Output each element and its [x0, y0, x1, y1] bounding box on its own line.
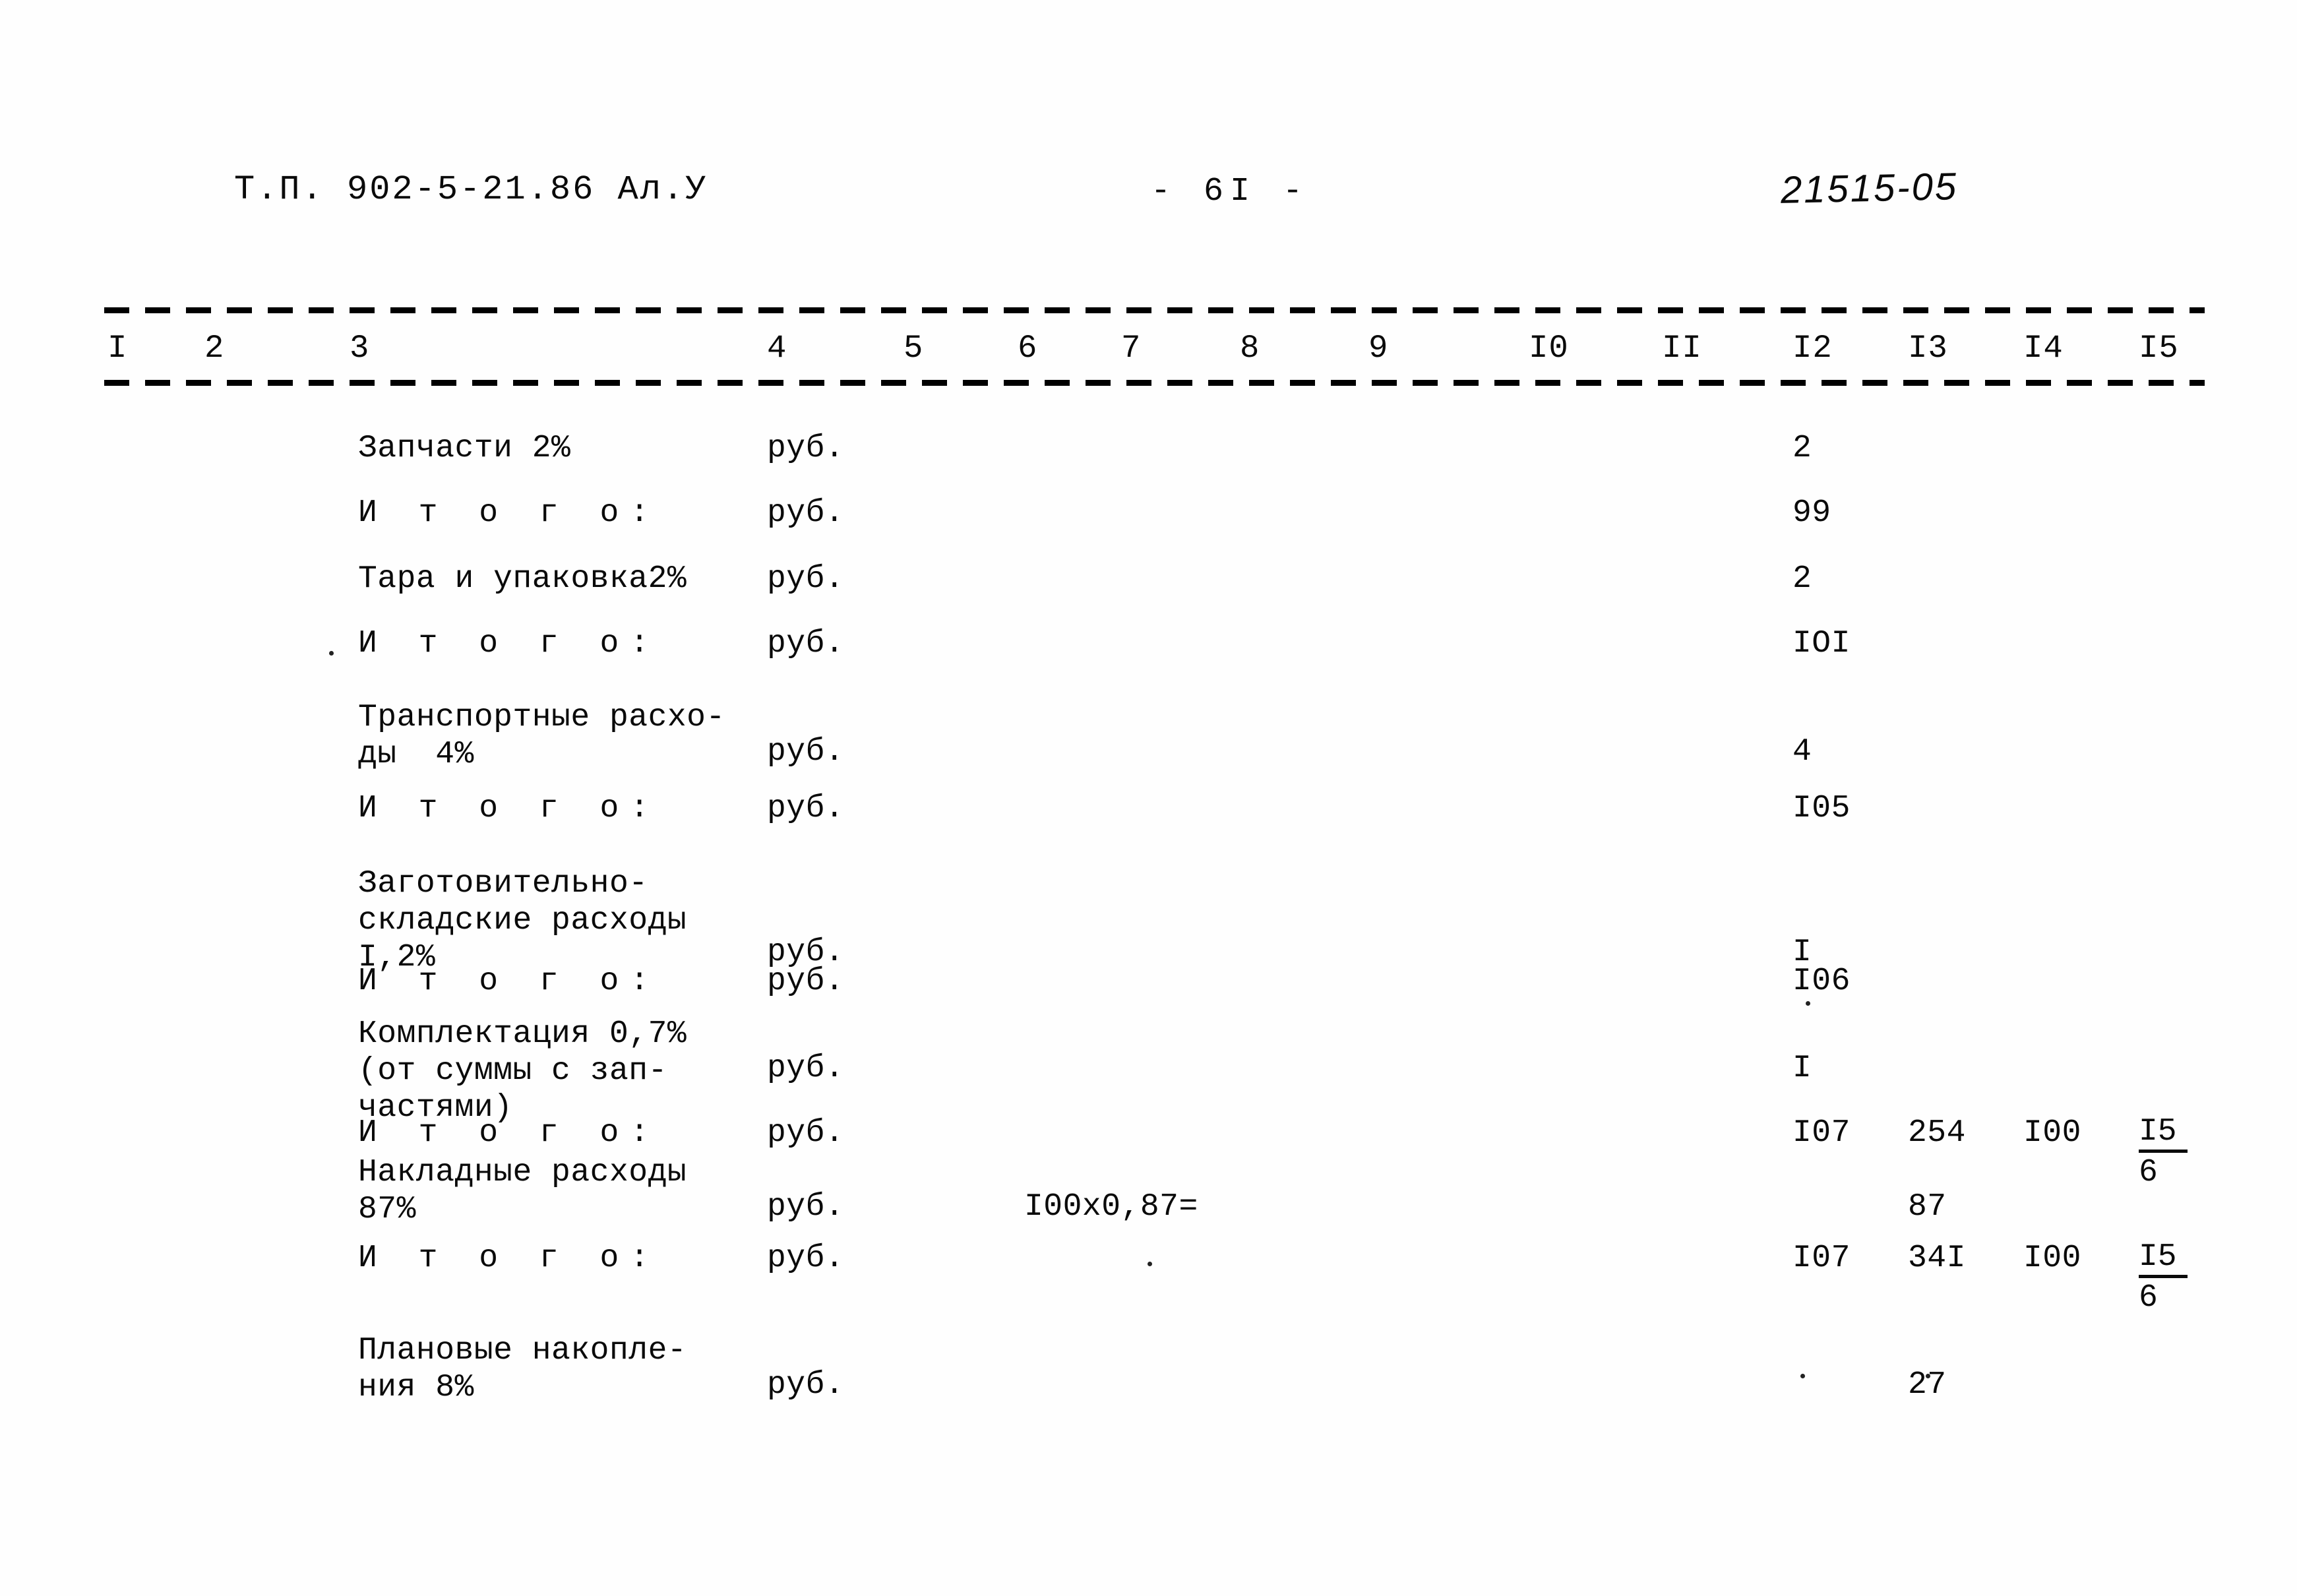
- column-header-6: 6: [1018, 330, 1038, 367]
- cell-unit: руб.: [767, 1115, 845, 1151]
- cell-column-12: I05: [1792, 791, 1851, 826]
- cell-column-13: 254: [1908, 1115, 1966, 1151]
- column-header-15: I5: [2139, 330, 2179, 367]
- cell-column-15-fraction: I5 6: [2139, 1240, 2188, 1315]
- cell-column-15-fraction: I5 6: [2139, 1115, 2188, 1190]
- column-header-8: 8: [1240, 330, 1260, 367]
- cell-description: Запчасти 2%: [358, 431, 571, 466]
- document-code: Т.П. 902-5-21.86 Ал.У: [234, 170, 708, 209]
- cell-description: Комплектация 0,7% (от суммы с зап- частя…: [358, 1016, 687, 1126]
- column-header-1: I: [107, 330, 128, 367]
- cell-column-12: IOI: [1792, 626, 1851, 661]
- cell-unit: руб.: [767, 1189, 845, 1225]
- cell-unit: руб.: [767, 964, 845, 999]
- column-header-10: I0: [1529, 330, 1569, 367]
- column-header-5: 5: [903, 330, 924, 367]
- page-number: - 6I -: [1151, 173, 1310, 210]
- cell-unit: руб.: [767, 431, 845, 466]
- cell-column-14: I00: [2023, 1241, 2081, 1276]
- column-header-13: I3: [1908, 330, 1948, 367]
- handwritten-archive-code: 21515-05: [1780, 165, 1959, 212]
- column-header-2: 2: [204, 330, 225, 367]
- cell-column-12: I07: [1792, 1115, 1851, 1151]
- cell-description: Заготовительно- складские расходы I,2%: [358, 866, 687, 975]
- column-header-4: 4: [767, 330, 787, 367]
- cell-unit: руб.: [767, 495, 845, 531]
- scan-artifact-dot: [329, 651, 334, 656]
- column-header-14: I4: [2023, 330, 2064, 367]
- cell-description: Плановые накопле- ния 8%: [358, 1333, 687, 1405]
- column-header-9: 9: [1368, 330, 1389, 367]
- scan-artifact-dot: [1148, 1262, 1152, 1266]
- scan-artifact-dot: [1806, 1001, 1810, 1006]
- cell-description: И т о г о:: [358, 791, 661, 826]
- cell-description: Транспортные расхо- ды 4%: [358, 700, 725, 772]
- column-header-11: II: [1662, 330, 1702, 367]
- cell-unit: руб.: [767, 626, 845, 661]
- cell-description: Тара и упаковка2%: [358, 561, 687, 597]
- scan-artifact-dot: [1926, 1374, 1930, 1378]
- cell-description: И т о г о:: [358, 495, 661, 531]
- cell-unit: руб.: [767, 1241, 845, 1276]
- cell-description: И т о г о:: [358, 626, 661, 661]
- cell-column-13: 34I: [1908, 1241, 1966, 1276]
- table-top-rule: [104, 307, 2205, 313]
- cell-description: Накладные расходы 87%: [358, 1155, 687, 1227]
- cell-column-12: I06: [1792, 964, 1851, 999]
- cell-unit: руб.: [767, 734, 845, 770]
- column-header-12: I2: [1792, 330, 1833, 367]
- cell-column-14: I00: [2023, 1115, 2081, 1151]
- cell-column-13: 27: [1908, 1367, 1947, 1403]
- cell-column-12: I: [1792, 1051, 1812, 1086]
- cell-unit: руб.: [767, 1367, 845, 1403]
- fraction-denominator: 6: [2139, 1155, 2158, 1190]
- cell-column-12: I07: [1792, 1241, 1851, 1276]
- cell-description: И т о г о:: [358, 1241, 661, 1276]
- cell-column-12: 99: [1792, 495, 1831, 531]
- cell-description: И т о г о:: [358, 964, 661, 999]
- fraction-numerator: I5: [2139, 1240, 2188, 1278]
- column-header-3: 3: [350, 330, 370, 367]
- cell-unit: руб.: [767, 791, 845, 826]
- table-header-bottom-rule: [104, 380, 2205, 386]
- cell-unit: руб.: [767, 1051, 845, 1086]
- cell-column-12: 4: [1792, 734, 1812, 770]
- cell-column-12: 2: [1792, 431, 1812, 466]
- cell-description: И т о г о:: [358, 1115, 661, 1151]
- scanned-document-page: Т.П. 902-5-21.86 Ал.У - 6I - 21515-05 I2…: [0, 0, 2297, 1596]
- column-header-7: 7: [1121, 330, 1142, 367]
- cell-formula: I00х0,87=: [1024, 1189, 1198, 1225]
- cell-column-13: 87: [1908, 1189, 1947, 1225]
- cell-column-12: 2: [1792, 561, 1812, 597]
- cell-unit: руб.: [767, 561, 845, 597]
- fraction-numerator: I5: [2139, 1115, 2188, 1153]
- scan-artifact-dot: [1800, 1374, 1805, 1378]
- fraction-denominator: 6: [2139, 1280, 2158, 1316]
